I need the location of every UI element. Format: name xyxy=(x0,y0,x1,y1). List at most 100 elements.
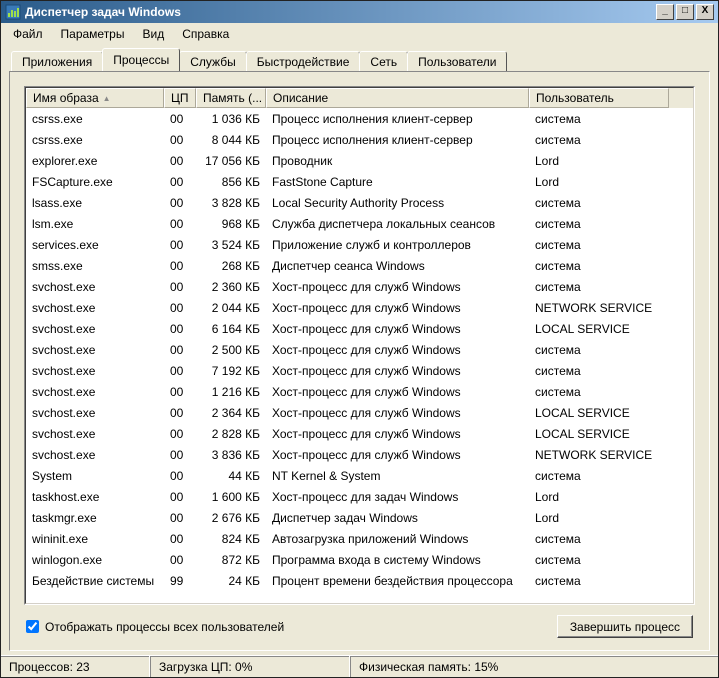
cell: taskhost.exe xyxy=(26,490,164,504)
table-row[interactable]: services.exe003 524 КБПриложение служб и… xyxy=(26,234,693,255)
table-row[interactable]: FSCapture.exe00856 КБFastStone CaptureLo… xyxy=(26,171,693,192)
cell: svchost.exe xyxy=(26,427,164,441)
table-row[interactable]: taskhost.exe001 600 КБХост-процесс для з… xyxy=(26,486,693,507)
tab-Быстродействие[interactable]: Быстродействие xyxy=(246,51,361,72)
col-header[interactable]: Имя образа xyxy=(26,88,164,108)
cell: System xyxy=(26,469,164,483)
table-row[interactable]: csrss.exe001 036 КБПроцесс исполнения кл… xyxy=(26,108,693,129)
cell: 17 056 КБ xyxy=(196,154,266,168)
cell: система xyxy=(529,532,669,546)
close-button[interactable]: X xyxy=(696,4,714,20)
menubar: ФайлПараметрыВидСправка xyxy=(1,23,718,45)
table-row[interactable]: lsm.exe00968 КБСлужба диспетчера локальн… xyxy=(26,213,693,234)
cell: services.exe xyxy=(26,238,164,252)
cell: 00 xyxy=(164,469,196,483)
cell: Проводник xyxy=(266,154,529,168)
list-header: Имя образаЦППамять (...ОписаниеПользоват… xyxy=(26,88,693,108)
cell: NETWORK SERVICE xyxy=(529,301,669,315)
cell: svchost.exe xyxy=(26,385,164,399)
table-row[interactable]: svchost.exe002 044 КБХост-процесс для сл… xyxy=(26,297,693,318)
cell: система xyxy=(529,553,669,567)
menu-вид[interactable]: Вид xyxy=(134,25,172,43)
cell: 1 036 КБ xyxy=(196,112,266,126)
col-header[interactable]: Пользователь xyxy=(529,88,669,108)
cell: 00 xyxy=(164,406,196,420)
cell: 00 xyxy=(164,427,196,441)
cell: 00 xyxy=(164,322,196,336)
table-row[interactable]: csrss.exe008 044 КБПроцесс исполнения кл… xyxy=(26,129,693,150)
table-row[interactable]: svchost.exe002 828 КБХост-процесс для сл… xyxy=(26,423,693,444)
table-row[interactable]: svchost.exe001 216 КБХост-процесс для сл… xyxy=(26,381,693,402)
tab-Пользователи[interactable]: Пользователи xyxy=(407,51,507,72)
table-row[interactable]: winlogon.exe00872 КБПрограмма входа в си… xyxy=(26,549,693,570)
cell: taskmgr.exe xyxy=(26,511,164,525)
cell: 00 xyxy=(164,217,196,231)
menu-справка[interactable]: Справка xyxy=(174,25,237,43)
table-row[interactable]: explorer.exe0017 056 КБПроводникLord xyxy=(26,150,693,171)
cell: 1 216 КБ xyxy=(196,385,266,399)
minimize-button[interactable]: _ xyxy=(656,4,674,20)
table-row[interactable]: svchost.exe002 360 КБХост-процесс для сл… xyxy=(26,276,693,297)
maximize-button[interactable]: □ xyxy=(676,4,694,20)
table-row[interactable]: System0044 КБNT Kernel & Systemсистема xyxy=(26,465,693,486)
cell: система xyxy=(529,112,669,126)
cell: система xyxy=(529,385,669,399)
col-header[interactable]: ЦП xyxy=(164,88,196,108)
cell: 99 xyxy=(164,574,196,588)
show-all-users-input[interactable] xyxy=(26,620,39,633)
table-row[interactable]: lsass.exe003 828 КБLocal Security Author… xyxy=(26,192,693,213)
cell: 00 xyxy=(164,532,196,546)
cell: svchost.exe xyxy=(26,448,164,462)
tab-Процессы[interactable]: Процессы xyxy=(102,48,180,71)
list-body[interactable]: csrss.exe001 036 КБПроцесс исполнения кл… xyxy=(26,108,693,603)
cell: система xyxy=(529,364,669,378)
cell: 2 500 КБ xyxy=(196,343,266,357)
table-row[interactable]: smss.exe00268 КБДиспетчер сеанса Windows… xyxy=(26,255,693,276)
cell: csrss.exe xyxy=(26,112,164,126)
table-row[interactable]: taskmgr.exe002 676 КБДиспетчер задач Win… xyxy=(26,507,693,528)
cell: Бездействие системы xyxy=(26,574,164,588)
cell: система xyxy=(529,469,669,483)
cell: svchost.exe xyxy=(26,364,164,378)
cell: NETWORK SERVICE xyxy=(529,448,669,462)
cell: 00 xyxy=(164,112,196,126)
table-row[interactable]: svchost.exe006 164 КБХост-процесс для сл… xyxy=(26,318,693,339)
tab-Службы[interactable]: Службы xyxy=(179,51,246,72)
cell: 856 КБ xyxy=(196,175,266,189)
tab-Сеть[interactable]: Сеть xyxy=(359,51,408,72)
cell: Процесс исполнения клиент-сервер xyxy=(266,112,529,126)
cell: система xyxy=(529,238,669,252)
col-header[interactable]: Описание xyxy=(266,88,529,108)
show-all-users-checkbox[interactable]: Отображать процессы всех пользователей xyxy=(26,620,284,634)
cell: Lord xyxy=(529,175,669,189)
cell: 2 044 КБ xyxy=(196,301,266,315)
cell: NT Kernel & System xyxy=(266,469,529,483)
table-row[interactable]: svchost.exe002 500 КБХост-процесс для сл… xyxy=(26,339,693,360)
end-process-button[interactable]: Завершить процесс xyxy=(557,615,693,638)
tab-Приложения[interactable]: Приложения xyxy=(11,51,103,72)
menu-параметры[interactable]: Параметры xyxy=(53,25,133,43)
cell: FSCapture.exe xyxy=(26,175,164,189)
cell: 00 xyxy=(164,511,196,525)
cell: Хост-процесс для служб Windows xyxy=(266,343,529,357)
cell: svchost.exe xyxy=(26,406,164,420)
cell: svchost.exe xyxy=(26,343,164,357)
menu-файл[interactable]: Файл xyxy=(5,25,51,43)
table-row[interactable]: svchost.exe007 192 КБХост-процесс для сл… xyxy=(26,360,693,381)
cell: Программа входа в систему Windows xyxy=(266,553,529,567)
cell: 872 КБ xyxy=(196,553,266,567)
cell: 24 КБ xyxy=(196,574,266,588)
cell: 8 044 КБ xyxy=(196,133,266,147)
cell: 00 xyxy=(164,196,196,210)
table-row[interactable]: wininit.exe00824 КБАвтозагрузка приложен… xyxy=(26,528,693,549)
table-row[interactable]: Бездействие системы9924 КБПроцент времен… xyxy=(26,570,693,591)
cell: Хост-процесс для служб Windows xyxy=(266,301,529,315)
col-header[interactable]: Память (... xyxy=(196,88,266,108)
table-row[interactable]: svchost.exe003 836 КБХост-процесс для сл… xyxy=(26,444,693,465)
show-all-users-label: Отображать процессы всех пользователей xyxy=(45,620,284,634)
process-list[interactable]: Имя образаЦППамять (...ОписаниеПользоват… xyxy=(24,86,695,605)
window-title: Диспетчер задач Windows xyxy=(25,5,656,19)
cell: wininit.exe xyxy=(26,532,164,546)
cell: 268 КБ xyxy=(196,259,266,273)
table-row[interactable]: svchost.exe002 364 КБХост-процесс для сл… xyxy=(26,402,693,423)
